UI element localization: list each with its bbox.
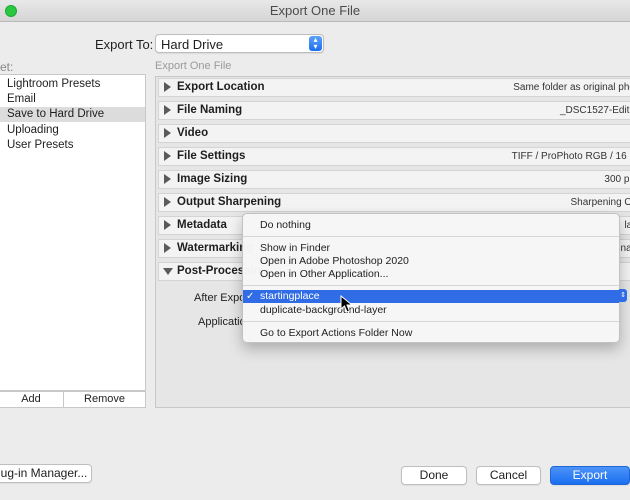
menu-item-label: startingplace bbox=[260, 290, 320, 302]
section-image-sizing[interactable]: Image Sizing 300 pp bbox=[158, 170, 630, 189]
done-button[interactable]: Done bbox=[401, 466, 467, 485]
section-title: Video bbox=[177, 127, 209, 139]
add-preset-button[interactable]: Add bbox=[0, 392, 63, 407]
disclosure-triangle-icon bbox=[164, 197, 171, 207]
section-summary: Same folder as original pho bbox=[513, 82, 630, 93]
disclosure-triangle-icon bbox=[164, 105, 171, 115]
section-title: Export Location bbox=[177, 81, 265, 93]
checkmark-icon: ✓ bbox=[246, 291, 255, 302]
disclosure-triangle-icon bbox=[164, 82, 171, 92]
menu-item-show-in-finder[interactable]: Show in Finder bbox=[243, 242, 619, 255]
section-summary: TIFF / ProPhoto RGB / 16 b bbox=[511, 151, 630, 162]
export-to-value: Hard Drive bbox=[161, 37, 224, 52]
menu-item-open-in-photoshop[interactable]: Open in Adobe Photoshop 2020 bbox=[243, 255, 619, 268]
preset-item-user-presets[interactable]: User Presets bbox=[0, 138, 145, 153]
section-file-settings[interactable]: File Settings TIFF / ProPhoto RGB / 16 b bbox=[158, 147, 630, 166]
disclosure-triangle-open-icon bbox=[163, 268, 173, 275]
preset-item-uploading[interactable]: Uploading bbox=[0, 123, 145, 138]
panel-caption: Export One File bbox=[155, 60, 232, 72]
disclosure-triangle-icon bbox=[164, 128, 171, 138]
section-video[interactable]: Video bbox=[158, 124, 630, 143]
section-summary: lat bbox=[624, 220, 630, 231]
disclosure-triangle-icon bbox=[164, 220, 171, 230]
menu-item-startingplace[interactable]: ✓ startingplace bbox=[243, 290, 619, 303]
remove-preset-button[interactable]: Remove bbox=[64, 392, 145, 407]
menu-separator bbox=[243, 321, 619, 322]
after-export-label: After Expor bbox=[194, 292, 250, 304]
mouse-pointer-icon bbox=[340, 295, 354, 313]
section-export-location[interactable]: Export Location Same folder as original … bbox=[158, 78, 630, 97]
menu-item-go-to-export-actions-folder[interactable]: Go to Export Actions Folder Now bbox=[243, 327, 619, 340]
after-export-menu: Do nothing Show in Finder Open in Adobe … bbox=[242, 213, 620, 343]
preset-item-email[interactable]: Email bbox=[0, 92, 145, 107]
select-stepper-icon: ▴ ▾ bbox=[309, 36, 322, 51]
cancel-button[interactable]: Cancel bbox=[476, 466, 541, 485]
preset-list-buttons: Add Remove bbox=[0, 391, 146, 408]
title-bar: Export One File bbox=[0, 0, 630, 22]
application-label: Applicatio bbox=[198, 316, 246, 328]
menu-item-do-nothing[interactable]: Do nothing bbox=[243, 219, 619, 232]
menu-item-duplicate-background-layer[interactable]: duplicate-background-layer bbox=[243, 304, 619, 317]
section-summary: nar bbox=[620, 243, 630, 254]
preset-item-lightroom-presets[interactable]: Lightroom Presets bbox=[0, 77, 145, 92]
section-title: File Naming bbox=[177, 104, 243, 116]
disclosure-triangle-icon bbox=[164, 174, 171, 184]
disclosure-triangle-icon bbox=[164, 151, 171, 161]
menu-separator bbox=[243, 285, 619, 286]
menu-separator bbox=[243, 236, 619, 237]
preset-label: et: bbox=[0, 60, 14, 74]
preset-list: Lightroom Presets Email Save to Hard Dri… bbox=[0, 74, 146, 391]
export-button[interactable]: Export bbox=[550, 466, 630, 485]
preset-item-save-to-hard-drive[interactable]: Save to Hard Drive bbox=[0, 107, 145, 122]
section-summary: Sharpening Of bbox=[570, 197, 630, 208]
section-file-naming[interactable]: File Naming _DSC1527-Edit.t bbox=[158, 101, 630, 120]
export-to-label: Export To: bbox=[95, 37, 154, 52]
section-title: Image Sizing bbox=[177, 173, 248, 185]
section-summary: _DSC1527-Edit.t bbox=[559, 105, 630, 116]
section-summary: 300 pp bbox=[604, 174, 630, 185]
menu-item-open-in-other-application[interactable]: Open in Other Application... bbox=[243, 268, 619, 281]
select-stepper-icon: ⇕ bbox=[619, 289, 627, 302]
section-title: File Settings bbox=[177, 150, 246, 162]
export-to-select[interactable]: Hard Drive ▴ ▾ bbox=[155, 34, 324, 53]
plugin-manager-button[interactable]: ug-in Manager... bbox=[0, 464, 92, 483]
section-output-sharpening[interactable]: Output Sharpening Sharpening Of bbox=[158, 193, 630, 212]
section-title: Metadata bbox=[177, 219, 227, 231]
section-title: Output Sharpening bbox=[177, 196, 282, 208]
window-title: Export One File bbox=[269, 3, 361, 18]
disclosure-triangle-icon bbox=[164, 243, 171, 253]
